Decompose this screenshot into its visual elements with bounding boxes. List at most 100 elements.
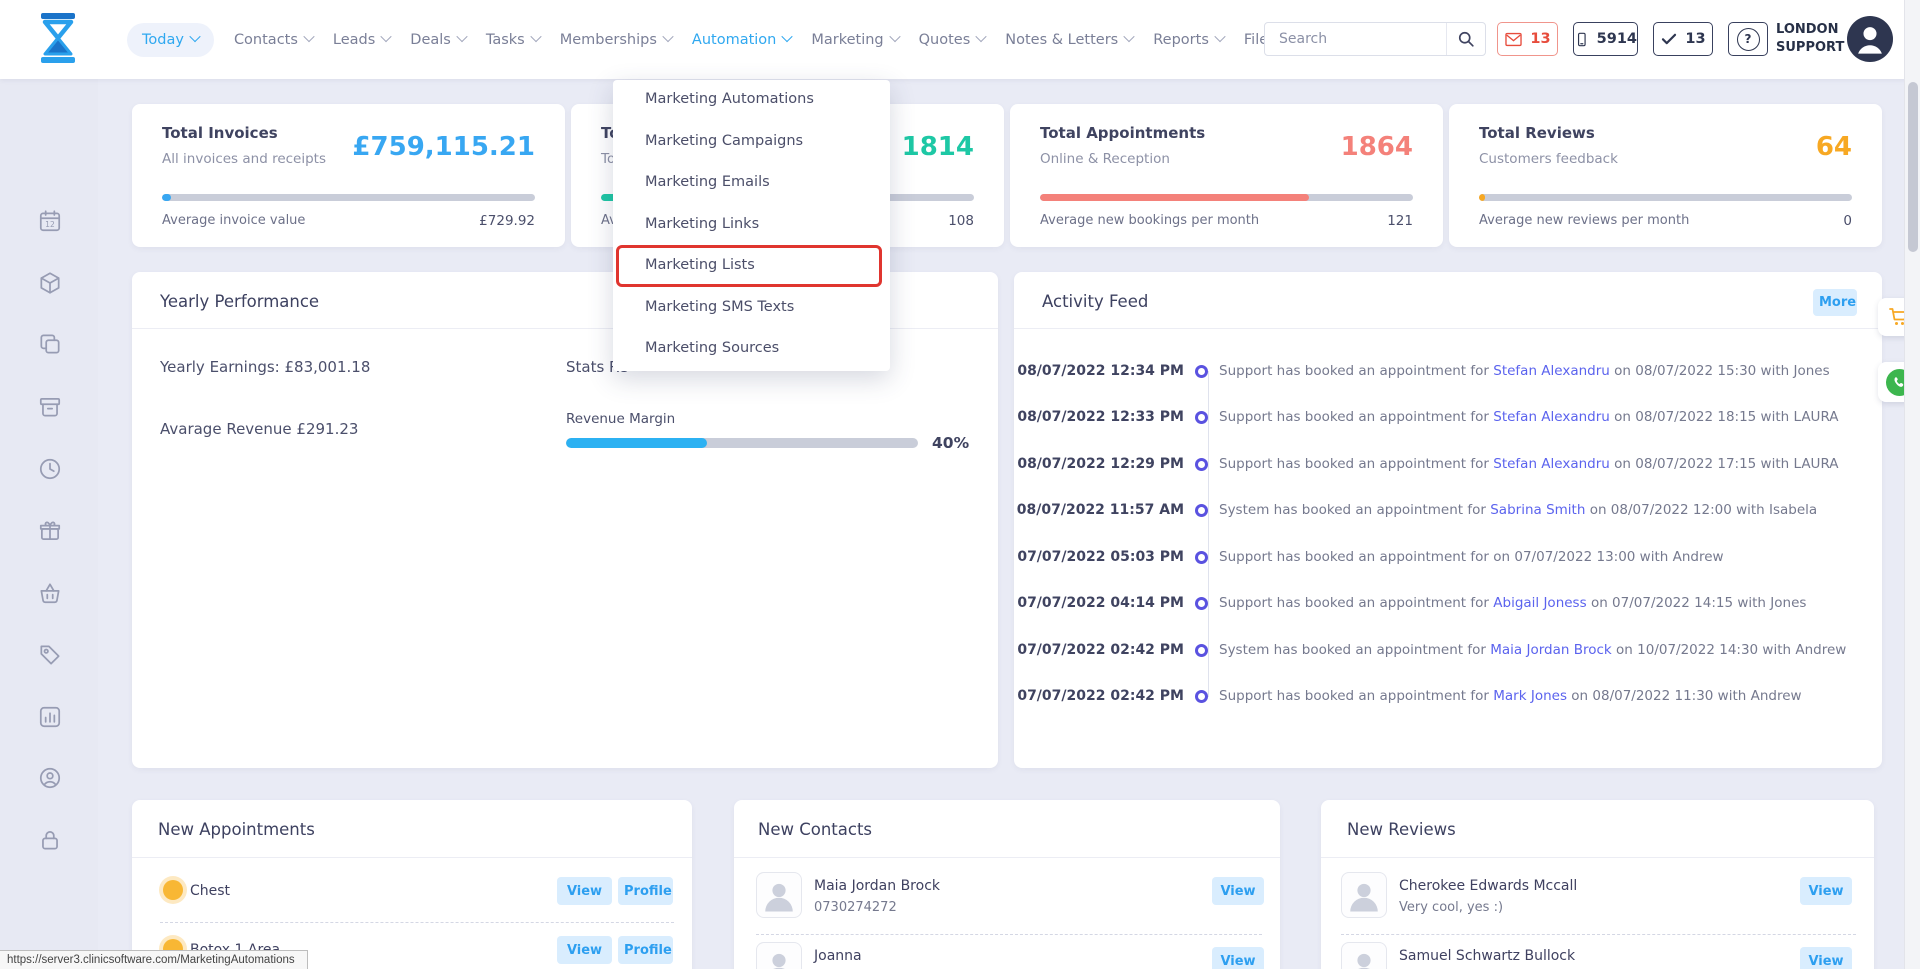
event-time: 07/07/2022 02:42 PM [1014, 688, 1184, 704]
account-line2: SUPPORT [1776, 39, 1844, 57]
timeline-ring-icon [1195, 458, 1208, 471]
revenue-margin-label: Revenue Margin [566, 411, 675, 427]
menu-item-contacts[interactable]: Contacts [234, 32, 313, 48]
bar-chart-icon[interactable] [37, 704, 63, 730]
event-tail: on 08/07/2022 12:00 with Isabela [1590, 502, 1818, 518]
chevron-down-icon [530, 31, 541, 42]
yearly-earnings: Yearly Earnings: £83,001.18 [160, 358, 370, 376]
help-button[interactable]: ? [1728, 22, 1768, 56]
card-footer-label: Average new reviews per month [1479, 213, 1689, 228]
feed-event: 07/07/2022 05:03 PM Support has booked a… [1014, 546, 1872, 568]
stat-card-total-reviews: Total Reviews Customers feedback 64 Aver… [1449, 104, 1882, 247]
sms-count: 5914 [1597, 31, 1637, 47]
event-time: 08/07/2022 12:29 PM [1014, 456, 1184, 472]
contact-link[interactable]: Sabrina Smith [1490, 502, 1585, 518]
copy-icon[interactable] [37, 331, 63, 357]
menu-item-leads[interactable]: Leads [333, 32, 390, 48]
tasks-notifications-button[interactable]: 13 [1653, 22, 1713, 56]
event-time: 07/07/2022 02:42 PM [1014, 642, 1184, 658]
event-text: Support has booked an appointment for Ab… [1219, 595, 1806, 611]
appointment-label: Chest [190, 883, 230, 899]
view-button[interactable]: View [557, 936, 612, 964]
search-input[interactable] [1265, 31, 1446, 47]
review-text: Very cool, yes :) [1399, 900, 1503, 915]
panel-title: New Contacts [758, 820, 872, 839]
gift-icon[interactable] [37, 518, 63, 544]
menu-item-marketing[interactable]: Marketing [811, 32, 898, 48]
history-icon[interactable] [37, 456, 63, 482]
menu-item-marketing-sources[interactable]: Marketing Sources [645, 340, 779, 356]
clinicsoftware-dashboard: Today Contacts Leads Deals Tasks Members… [0, 0, 1920, 969]
divider [1014, 328, 1882, 329]
basket-icon[interactable] [37, 580, 63, 606]
user-avatar[interactable] [1847, 16, 1893, 62]
chevron-down-icon [1214, 31, 1225, 42]
profile-button[interactable]: Profile [618, 877, 673, 905]
scrollbar-track[interactable] [1904, 0, 1920, 969]
menu-item-marketing-links[interactable]: Marketing Links [645, 216, 759, 232]
feed-event: 08/07/2022 12:34 PM Support has booked a… [1014, 360, 1872, 382]
card-value: 1864 [1341, 132, 1413, 162]
menu-item-today[interactable]: Today [127, 23, 214, 57]
more-button[interactable]: More [1813, 289, 1857, 316]
person-placeholder-icon [1342, 943, 1386, 969]
contact-name: Maia Jordan Brock [814, 878, 940, 894]
sms-notifications-button[interactable]: 5914 [1573, 22, 1638, 56]
reviewer-avatar [1341, 872, 1387, 918]
timeline-ring-icon [1195, 411, 1208, 424]
appointment-dot-icon [163, 880, 183, 900]
menu-item-tasks[interactable]: Tasks [486, 32, 540, 48]
event-time: 07/07/2022 05:03 PM [1014, 549, 1184, 565]
card-value: £759,115.21 [352, 132, 535, 162]
svg-text:12: 12 [45, 220, 55, 229]
email-notifications-button[interactable]: 13 [1497, 22, 1558, 56]
menu-label: Notes & Letters [1005, 32, 1118, 48]
search-button[interactable] [1446, 23, 1485, 55]
profile-button[interactable]: Profile [618, 936, 673, 964]
view-button[interactable]: View [1800, 877, 1852, 905]
view-button[interactable]: View [1212, 947, 1264, 969]
menu-item-reports[interactable]: Reports [1153, 32, 1224, 48]
lock-icon[interactable] [37, 827, 63, 853]
tag-icon[interactable] [37, 642, 63, 668]
contact-link[interactable]: Mark Jones [1493, 688, 1567, 704]
app-logo-icon[interactable] [28, 8, 88, 70]
contact-link[interactable]: Abigail Joness [1493, 595, 1586, 611]
menu-item-marketing-campaigns[interactable]: Marketing Campaigns [645, 133, 803, 149]
calendar-icon[interactable]: 12 [37, 208, 63, 234]
stat-card-total-appointments: Total Appointments Online & Reception 18… [1010, 104, 1443, 247]
view-button[interactable]: View [1212, 877, 1264, 905]
progress-fill [162, 194, 171, 201]
contact-link[interactable]: Stefan Alexandru [1493, 456, 1610, 472]
menu-item-marketing-emails[interactable]: Marketing Emails [645, 174, 770, 190]
menu-item-automation[interactable]: Automation [692, 32, 791, 48]
menu-item-notes-letters[interactable]: Notes & Letters [1005, 32, 1133, 48]
event-desc: Support has booked an appointment for [1219, 409, 1489, 425]
menu-item-memberships[interactable]: Memberships [560, 32, 672, 48]
person-placeholder-icon [757, 943, 801, 969]
menu-label: Tasks [486, 32, 525, 48]
menu-label: Quotes [919, 32, 971, 48]
contact-link[interactable]: Maia Jordan Brock [1490, 642, 1612, 658]
scrollbar-thumb[interactable] [1908, 82, 1918, 252]
panel-title: Yearly Performance [160, 292, 319, 311]
divider [734, 857, 1280, 858]
menu-item-deals[interactable]: Deals [410, 32, 466, 48]
package-icon[interactable] [37, 270, 63, 296]
event-time: 07/07/2022 04:14 PM [1014, 595, 1184, 611]
event-time: 08/07/2022 12:34 PM [1014, 363, 1184, 379]
contact-link[interactable]: Stefan Alexandru [1493, 409, 1610, 425]
reviewer-name: Cherokee Edwards Mccall [1399, 878, 1577, 894]
view-button[interactable]: View [1800, 947, 1852, 969]
menu-item-marketing-sms-texts[interactable]: Marketing SMS Texts [645, 299, 794, 315]
menu-item-marketing-automations[interactable]: Marketing Automations [645, 91, 814, 107]
card-footer-value: 108 [948, 213, 974, 229]
support-icon[interactable] [37, 765, 63, 791]
menu-item-quotes[interactable]: Quotes [919, 32, 986, 48]
event-tail: on 08/07/2022 18:15 with LAURA [1614, 409, 1838, 425]
view-button[interactable]: View [557, 877, 612, 905]
contact-link[interactable]: Stefan Alexandru [1493, 363, 1610, 379]
average-revenue: Avarage Revenue £291.23 [160, 420, 358, 438]
box-icon[interactable] [37, 394, 63, 420]
card-footer-label: Average new bookings per month [1040, 213, 1259, 228]
